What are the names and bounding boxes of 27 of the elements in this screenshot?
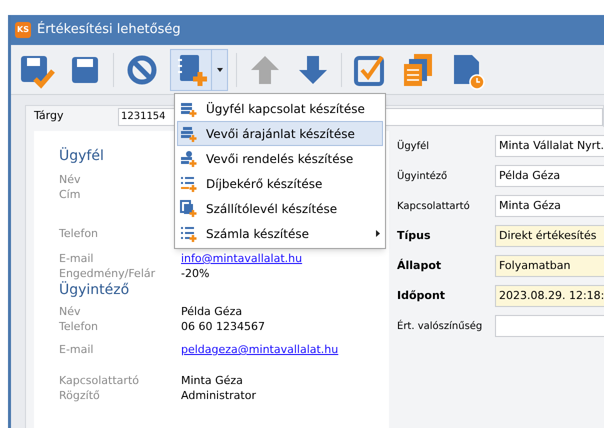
field-label: Ügyfél	[397, 138, 430, 154]
field-label: E-mail	[59, 251, 94, 266]
field-label: Kapcsolattartó	[59, 373, 140, 388]
field-label: Engedmény/Felár	[59, 266, 156, 281]
field-label: Név	[59, 172, 82, 187]
field-label: Telefon	[59, 319, 100, 334]
field-value: 06 60 1234567	[181, 319, 265, 334]
field-value: -20%	[181, 266, 210, 281]
field-label: Tárgy	[34, 108, 64, 124]
field-label: Időpont	[397, 288, 446, 304]
field-label: Cím	[59, 187, 82, 202]
field-label: Rögzítő	[59, 388, 101, 403]
field-label: Név	[59, 304, 82, 319]
field-label: Ért. valószínűség	[397, 318, 484, 334]
field-value: Minta Géza	[181, 373, 243, 388]
field-label: Ügyintéző	[397, 168, 448, 184]
app-logo: KS	[15, 22, 31, 38]
field-label: Állapot	[397, 258, 442, 274]
field-value: Administrator	[181, 388, 256, 403]
field-label: E-mail	[59, 342, 94, 357]
field-label: Telefon	[59, 226, 100, 241]
section-heading: Ügyfél	[59, 149, 104, 164]
field-value: Példa Géza	[181, 304, 242, 319]
section-heading: Ügyintéző	[59, 283, 130, 298]
window-title: Értékesítési lehetőség	[37, 20, 181, 40]
field-label: Kapcsolattartó	[397, 200, 471, 214]
field-label: Típus	[397, 228, 432, 244]
